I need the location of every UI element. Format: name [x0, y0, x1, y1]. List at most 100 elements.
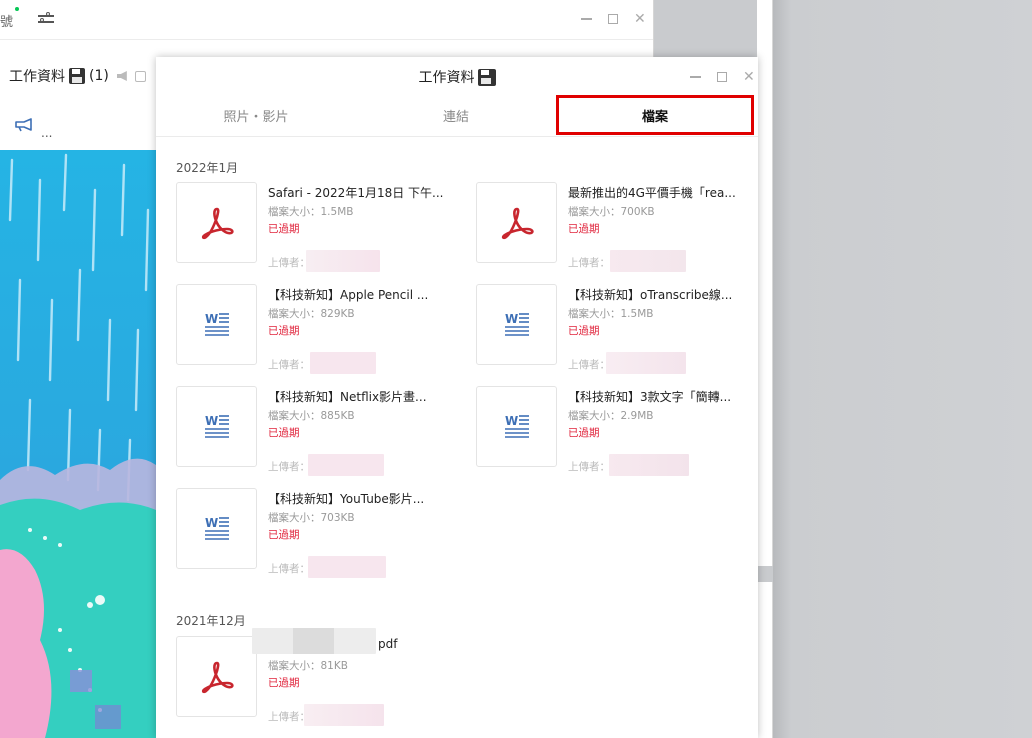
uploader-name-redacted: [310, 352, 376, 374]
file-name[interactable]: Safari - 2022年1月18日 下午...: [268, 184, 443, 201]
file-name[interactable]: 【科技新知】3款文字「簡轉...: [568, 388, 731, 405]
file-item[interactable]: W 【科技新知】Apple Pencil ... 檔案大小：829KB 已過期 …: [176, 284, 456, 374]
file-name-redacted: [252, 628, 376, 654]
settings-sliders-icon[interactable]: [38, 11, 56, 27]
file-thumbnail[interactable]: [476, 182, 557, 263]
file-size: 檔案大小：1.5MB: [268, 206, 354, 218]
file-size: 檔案大小：700KB: [568, 206, 655, 218]
uploader-label: 上傳者：: [568, 461, 610, 473]
expired-status: 已過期: [568, 427, 600, 439]
announcement-more[interactable]: ...: [41, 126, 52, 140]
svg-text:W: W: [205, 312, 218, 326]
file-name[interactable]: 最新推出的4G平價手機「rea...: [568, 184, 736, 201]
background-window-edge: [757, 0, 773, 566]
chat-wallpaper: [0, 150, 156, 738]
section-date: 2021年12月: [176, 614, 246, 628]
word-doc-icon: W: [505, 312, 529, 336]
background-window-edge-lower: [757, 582, 773, 738]
tab-photos-videos[interactable]: 照片・影片: [156, 95, 356, 135]
file-size: 檔案大小：1.5MB: [568, 308, 654, 320]
file-thumbnail[interactable]: [176, 636, 257, 717]
uploader-label: 上傳者：: [268, 461, 310, 473]
file-item[interactable]: W 【科技新知】Netflix影片畫... 檔案大小：885KB 已過期 上傳者…: [176, 386, 456, 476]
word-doc-icon: W: [205, 516, 229, 540]
expired-status: 已過期: [568, 223, 600, 235]
uploader-label: 上傳者：: [268, 563, 310, 575]
expired-status: 已過期: [268, 223, 300, 235]
files-window: 工作資料 ✕ 照片・影片 連結 檔案 2022年1月 Safari - 2022…: [156, 57, 758, 738]
chat-window-controls: ✕: [581, 12, 646, 26]
chat-tab-label[interactable]: 號: [0, 11, 13, 30]
word-doc-icon: W: [205, 414, 229, 438]
file-size: 檔案大小：703KB: [268, 512, 355, 524]
desktop-background: [773, 0, 1032, 738]
file-thumbnail[interactable]: W: [176, 488, 257, 569]
file-name[interactable]: 【科技新知】oTranscribe線...: [568, 286, 732, 303]
files-window-title-text: 工作資料: [418, 70, 475, 86]
svg-text:W: W: [505, 312, 518, 326]
file-thumbnail[interactable]: W: [476, 386, 557, 467]
uploader-name-redacted: [308, 454, 384, 476]
close-icon[interactable]: ✕: [743, 70, 755, 84]
floppy-disk-icon: [69, 68, 85, 84]
expired-status: 已過期: [268, 529, 300, 541]
file-item[interactable]: W 【科技新知】3款文字「簡轉... 檔案大小：2.9MB 已過期 上傳者：: [476, 386, 756, 476]
file-thumbnail[interactable]: [176, 182, 257, 263]
floppy-disk-icon: [477, 68, 496, 86]
uploader-label: 上傳者：: [568, 359, 610, 371]
expired-status: 已過期: [268, 325, 300, 337]
uploader-name-redacted: [610, 250, 686, 272]
uploader-name-redacted: [606, 352, 686, 374]
speaker-icon[interactable]: [116, 71, 127, 81]
files-window-title: 工作資料: [156, 67, 758, 87]
maximize-icon[interactable]: [717, 72, 727, 82]
file-thumbnail[interactable]: W: [476, 284, 557, 365]
minimize-icon[interactable]: [690, 76, 701, 78]
expired-status: 已過期: [268, 427, 300, 439]
file-name[interactable]: 【科技新知】Apple Pencil ...: [268, 286, 428, 303]
svg-text:W: W: [205, 516, 218, 530]
file-size: 檔案大小：829KB: [268, 308, 355, 320]
copy-icon[interactable]: [134, 70, 146, 82]
maximize-icon[interactable]: [608, 14, 618, 24]
file-name[interactable]: 【科技新知】Netflix影片畫...: [268, 388, 427, 405]
file-name[interactable]: 【科技新知】YouTube影片...: [268, 490, 424, 507]
svg-text:W: W: [505, 414, 518, 428]
chat-window-titlebar: 號 ✕: [0, 0, 653, 40]
pdf-icon: [201, 207, 234, 240]
file-size: 檔案大小：885KB: [268, 410, 355, 422]
uploader-name-redacted: [308, 556, 386, 578]
file-item[interactable]: W 【科技新知】oTranscribe線... 檔案大小：1.5MB 已過期 上…: [476, 284, 756, 374]
uploader-name-redacted: [304, 704, 384, 726]
uploader-label: 上傳者：: [268, 359, 310, 371]
online-dot-icon: [15, 7, 19, 11]
file-item[interactable]: pdf 檔案大小：81KB 已過期 上傳者：: [176, 628, 456, 726]
chat-title-text: 工作資料: [9, 69, 65, 85]
file-size: 檔案大小：81KB: [268, 660, 348, 672]
uploader-name-redacted: [306, 250, 380, 272]
tab-files[interactable]: 檔案: [556, 95, 754, 135]
minimize-icon[interactable]: [581, 18, 592, 20]
files-window-controls: ✕: [690, 70, 755, 84]
file-item[interactable]: Safari - 2022年1月18日 下午... 檔案大小：1.5MB 已過期…: [176, 182, 456, 272]
pdf-icon: [201, 661, 234, 694]
pdf-icon: [501, 207, 534, 240]
megaphone-icon[interactable]: [15, 118, 33, 132]
files-tab-bar: 照片・影片 連結 檔案: [156, 95, 758, 137]
file-item[interactable]: W 【科技新知】YouTube影片... 檔案大小：703KB 已過期 上傳者：: [176, 488, 456, 578]
chat-member-count: (1): [89, 68, 109, 84]
file-item[interactable]: 最新推出的4G平價手機「rea... 檔案大小：700KB 已過期 上傳者：: [476, 182, 756, 272]
file-thumbnail[interactable]: W: [176, 386, 257, 467]
close-icon[interactable]: ✕: [634, 12, 646, 26]
chat-title: 工作資料 (1): [9, 66, 146, 86]
uploader-label: 上傳者：: [568, 257, 610, 269]
word-doc-icon: W: [205, 312, 229, 336]
uploader-label: 上傳者：: [268, 257, 310, 269]
tab-links[interactable]: 連結: [356, 95, 556, 135]
uploader-name-redacted: [609, 454, 689, 476]
file-size: 檔案大小：2.9MB: [568, 410, 654, 422]
file-name[interactable]: pdf: [378, 637, 397, 651]
section-date: 2022年1月: [176, 161, 239, 175]
file-thumbnail[interactable]: W: [176, 284, 257, 365]
expired-status: 已過期: [268, 677, 300, 689]
